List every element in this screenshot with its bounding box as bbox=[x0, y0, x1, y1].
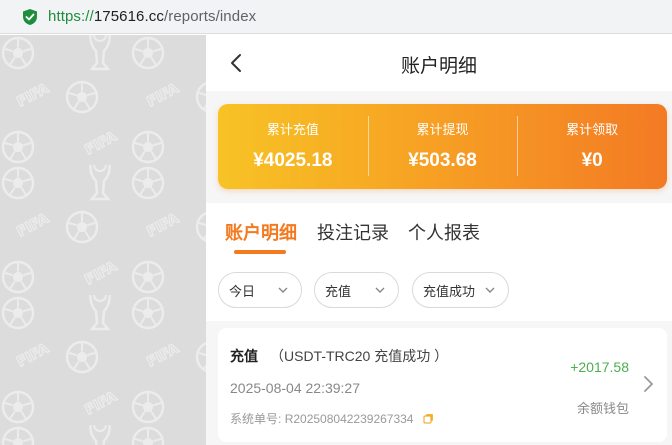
chevron-down-icon bbox=[278, 287, 288, 293]
record-wallet: 余额钱包 bbox=[576, 401, 629, 416]
chevron-down-icon bbox=[485, 287, 495, 293]
record-type: 充值 bbox=[230, 348, 258, 364]
chevron-down-icon bbox=[375, 287, 385, 293]
stat-label: 累计充值 bbox=[266, 122, 319, 137]
filter-bar: 今日 充值 充值成功 bbox=[206, 265, 672, 321]
order-no: R202508042239267334 bbox=[284, 412, 414, 426]
url-text[interactable]: https://175616.cc/reports/index bbox=[48, 8, 256, 25]
fifa-pattern: FIFA bbox=[0, 35, 206, 445]
status-filter-select[interactable]: 充值成功 bbox=[412, 272, 509, 308]
record-time: 2025-08-04 22:39:27 bbox=[230, 380, 360, 396]
record-description: （USDT-TRC20 充值成功 ） bbox=[270, 348, 449, 364]
fifa-background-pattern: FIFA bbox=[0, 35, 206, 445]
status-filter-value: 充值成功 bbox=[423, 283, 476, 299]
url-path: /reports/index bbox=[163, 8, 257, 25]
stat-total-withdraw: 累计提现 ¥503.68 bbox=[367, 104, 518, 189]
chevron-right-icon[interactable] bbox=[641, 375, 655, 393]
url-protocol: https:// bbox=[48, 8, 94, 25]
active-tab-indicator bbox=[234, 250, 286, 254]
stat-value: ¥503.68 bbox=[408, 150, 477, 171]
order-label: 系统单号: bbox=[230, 412, 282, 426]
type-filter-select[interactable]: 充值 bbox=[314, 272, 399, 308]
stat-total-claimed: 累计领取 ¥0 bbox=[517, 104, 667, 189]
record-order-number: 系统单号: R202508042239267334 bbox=[230, 410, 434, 427]
transaction-record[interactable]: 充值 （USDT-TRC20 充值成功 ） 2025-08-04 22:39:2… bbox=[218, 328, 667, 442]
tab-bet-records[interactable]: 投注记录 bbox=[317, 219, 389, 245]
summary-card: 累计充值 ¥4025.18 累计提现 ¥503.68 累计领取 ¥0 bbox=[218, 104, 667, 189]
page-header: 账户明细 bbox=[206, 35, 672, 91]
date-filter-select[interactable]: 今日 bbox=[218, 272, 302, 308]
browser-address-bar[interactable]: https://175616.cc/reports/index bbox=[0, 0, 672, 34]
page-title: 账户明细 bbox=[400, 56, 477, 77]
tab-account-details[interactable]: 账户明细 bbox=[225, 219, 297, 245]
app-panel: 账户明细 累计充值 ¥4025.18 累计提现 ¥503.68 累计领取 ¥0 … bbox=[206, 35, 672, 445]
stat-total-deposit: 累计充值 ¥4025.18 bbox=[218, 104, 368, 189]
stat-label: 累计提现 bbox=[416, 122, 469, 137]
stat-value: ¥0 bbox=[581, 150, 603, 171]
date-filter-value: 今日 bbox=[229, 283, 256, 299]
secure-shield-icon bbox=[23, 8, 37, 25]
tab-bar: 账户明细 投注记录 个人报表 bbox=[206, 203, 672, 265]
stat-label: 累计领取 bbox=[566, 122, 619, 137]
type-filter-value: 充值 bbox=[325, 283, 352, 299]
record-amount: +2017.58 bbox=[570, 359, 629, 375]
stat-value: ¥4025.18 bbox=[253, 150, 333, 171]
copy-icon[interactable] bbox=[423, 413, 434, 424]
url-host: 175616.cc bbox=[93, 8, 164, 25]
tab-personal-report[interactable]: 个人报表 bbox=[408, 219, 480, 245]
